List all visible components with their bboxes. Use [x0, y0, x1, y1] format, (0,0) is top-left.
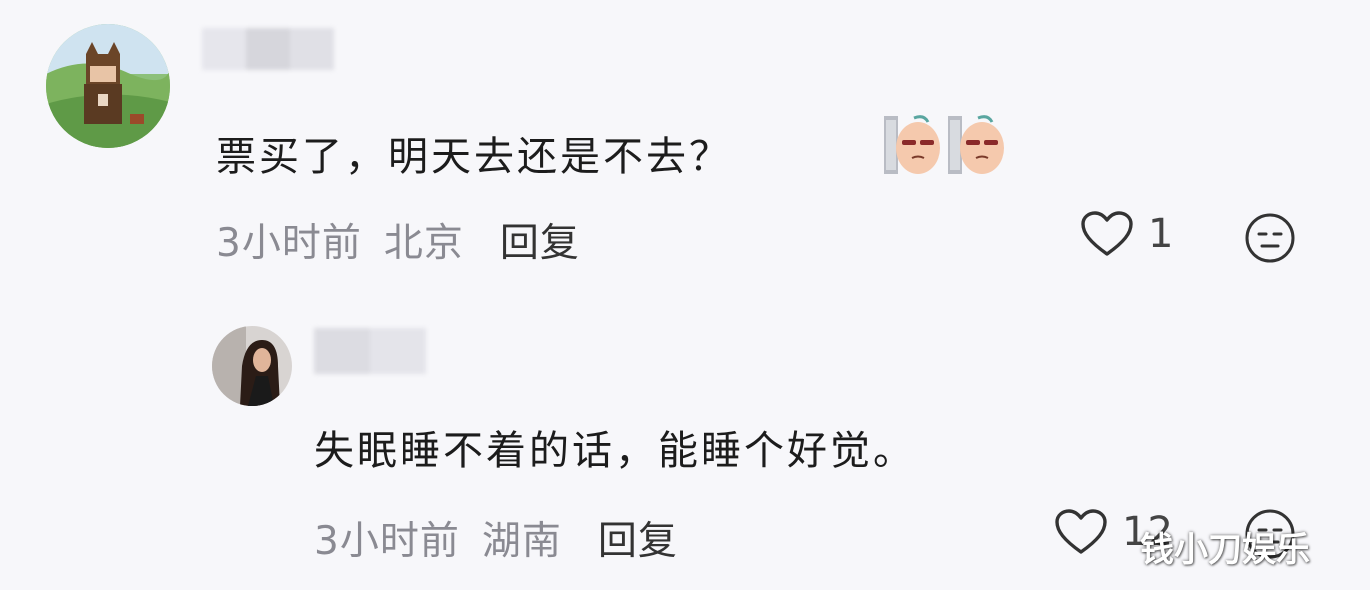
replier-avatar[interactable] [212, 326, 292, 406]
comment-time: 3小时前 [216, 221, 362, 266]
commenter-username-blurred[interactable] [202, 28, 334, 70]
heart-outline-icon [1081, 211, 1133, 256]
reply-button[interactable]: 回复 [500, 212, 580, 268]
reply-text: 失眠睡不着的话，能睡个好觉。 [314, 428, 916, 474]
like-count: 1 [1148, 211, 1174, 257]
commenter-avatar[interactable] [46, 24, 170, 148]
peeking-face-sticker-icon [884, 115, 940, 174]
replier-username-blurred[interactable] [314, 328, 426, 374]
peeking-face-sticker-icon [948, 115, 1004, 174]
reply-location: 湖南 [481, 519, 562, 564]
comment-meta: 3小时前 北京 回复 [216, 212, 580, 268]
like-button[interactable]: 1 [1080, 210, 1173, 258]
reply-time: 3小时前 [314, 519, 460, 564]
neutral-face-icon [1245, 213, 1295, 263]
watermark: 钱小刀娱乐 [1140, 530, 1310, 570]
comment-text: 票买了，明天去还是不去？ [216, 134, 732, 180]
react-button[interactable] [1244, 212, 1296, 264]
heart-outline-icon [1055, 509, 1107, 554]
comment-location: 北京 [383, 221, 464, 266]
reply-meta: 3小时前 湖南 回复 [314, 510, 678, 566]
reply-button[interactable]: 回复 [598, 510, 678, 566]
emoji-stickers [884, 112, 1006, 174]
